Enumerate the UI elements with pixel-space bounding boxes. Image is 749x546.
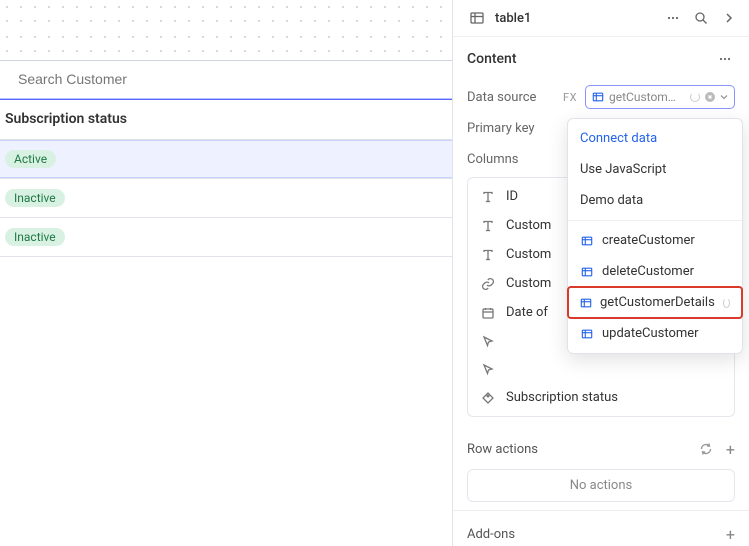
more-icon[interactable] <box>715 49 735 69</box>
dropdown-item-label: updateCustomer <box>602 326 699 341</box>
status-badge: Active <box>5 150 56 168</box>
status-badge: Inactive <box>5 189 65 207</box>
addons-label: Add-ons <box>467 527 515 542</box>
fx-label[interactable]: FX <box>563 91 577 104</box>
demo-data-label: Demo data <box>580 193 643 208</box>
content-heading: Content <box>467 51 517 67</box>
column-item-label: Custom <box>506 247 551 262</box>
table-icon <box>580 328 594 340</box>
table-row[interactable]: Active <box>0 140 452 179</box>
loading-spinner-icon <box>690 92 700 102</box>
table-row[interactable]: Inactive <box>0 179 452 218</box>
primary-key-label: Primary key <box>467 121 555 136</box>
dropdown-item-getCustomerDetails[interactable]: getCustomerDetails <box>568 287 742 318</box>
dropdown-item-createCustomer[interactable]: createCustomer <box>568 225 742 256</box>
add-addon-button[interactable]: + <box>726 525 735 544</box>
dropdown-item-label: getCustomerDetails <box>600 295 715 310</box>
addons-header: Add-ons + <box>453 510 749 544</box>
main-table-area: Subscription status Active Inactive Inacti… <box>0 0 452 546</box>
row-actions-label: Row actions <box>467 442 538 457</box>
column-item-label: Custom <box>506 218 551 233</box>
search-bar <box>0 60 452 99</box>
table-row[interactable]: Inactive <box>0 218 452 257</box>
canvas-background <box>0 30 452 60</box>
text-icon <box>480 190 496 204</box>
column-item[interactable]: Subscription status <box>468 383 734 412</box>
row-actions-header: Row actions + <box>453 429 749 465</box>
dropdown-item-connect-data[interactable]: Connect data <box>568 123 742 154</box>
text-icon <box>480 248 496 262</box>
dropdown-item-updateCustomer[interactable]: updateCustomer <box>568 318 742 349</box>
tag-icon <box>480 391 496 405</box>
data-source-label: Data source <box>467 90 555 105</box>
more-icon[interactable] <box>663 8 683 28</box>
column-item-label: ID <box>506 189 518 204</box>
content-section-header: Content <box>453 37 749 79</box>
calendar-icon <box>480 306 496 320</box>
column-item-label: Custom <box>506 276 551 291</box>
search-input[interactable] <box>18 71 434 87</box>
chevron-down-icon[interactable] <box>720 93 728 101</box>
add-row-action-button[interactable]: + <box>726 440 735 459</box>
use-js-label: Use JavaScript <box>580 162 666 177</box>
dropdown-item-demo-data[interactable]: Demo data <box>568 185 742 216</box>
dropdown-item-label: createCustomer <box>602 233 695 248</box>
chevron-right-icon[interactable] <box>719 8 739 28</box>
columns-label: Columns <box>467 152 555 167</box>
table-icon <box>592 91 604 103</box>
panel-header: table1 <box>453 0 749 37</box>
column-item[interactable] <box>468 355 734 383</box>
text-icon <box>480 219 496 233</box>
dropdown-item-use-javascript[interactable]: Use JavaScript <box>568 154 742 185</box>
column-item-label: Date of <box>506 305 548 320</box>
cursor-icon <box>480 362 496 376</box>
dropdown-item-label: deleteCustomer <box>602 264 694 279</box>
table-icon <box>467 8 487 28</box>
cursor-icon <box>480 334 496 348</box>
table-icon <box>580 266 594 278</box>
table-icon <box>580 235 594 247</box>
column-header-subscription-status[interactable]: Subscription status <box>0 99 452 140</box>
panel-title[interactable]: table1 <box>495 11 655 26</box>
table-icon <box>580 297 592 309</box>
link-icon <box>480 277 496 291</box>
data-source-select[interactable]: getCustom… <box>585 85 735 109</box>
search-icon[interactable] <box>691 8 711 28</box>
data-source-value: getCustom… <box>609 90 685 104</box>
status-badge: Inactive <box>5 228 65 246</box>
clear-icon[interactable] <box>705 92 715 102</box>
dropdown-item-deleteCustomer[interactable]: deleteCustomer <box>568 256 742 287</box>
connect-data-label: Connect data <box>580 131 657 146</box>
loading-spinner-icon <box>723 298 730 308</box>
row-actions-empty: No actions <box>467 469 735 502</box>
data-source-dropdown: Connect data Use JavaScript Demo data cr… <box>567 118 743 354</box>
column-item-label: Subscription status <box>506 390 618 405</box>
data-source-row: Data source FX getCustom… <box>453 79 749 115</box>
refresh-icon[interactable] <box>696 439 716 459</box>
canvas-background <box>0 0 452 30</box>
dropdown-separator <box>568 220 742 221</box>
